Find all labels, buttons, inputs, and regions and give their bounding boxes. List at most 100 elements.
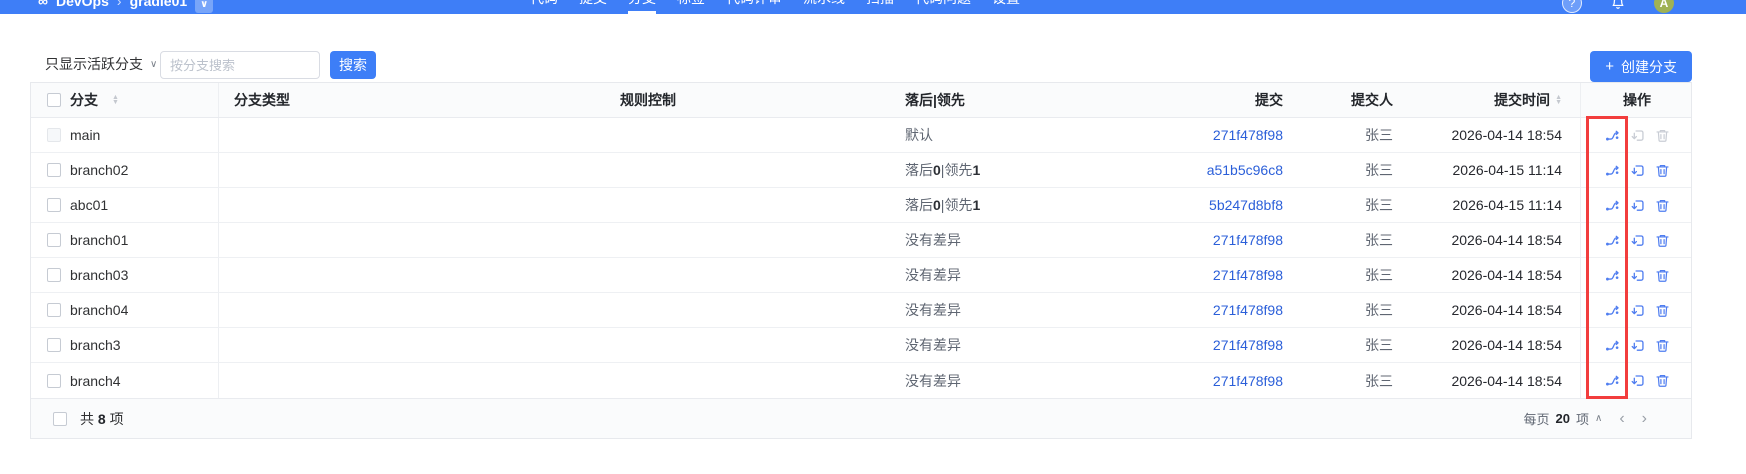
- commit-time: 2026-04-15 11:14: [1453, 162, 1563, 178]
- compare-icon: [1605, 198, 1620, 213]
- table-row: branch03没有差异271f478f98张三2026-04-14 18:54: [31, 258, 1691, 293]
- cell-branch-type: [219, 153, 620, 187]
- project-name[interactable]: gradle01: [130, 0, 188, 9]
- create-merge-request-icon: [1630, 233, 1645, 248]
- row-checkbox[interactable]: [47, 338, 61, 352]
- branch-search-input[interactable]: [160, 51, 320, 79]
- prev-page-button[interactable]: ‹: [1619, 411, 1624, 427]
- diff-text: 没有差异: [905, 230, 961, 250]
- create-merge-request-button[interactable]: [1630, 233, 1645, 248]
- nav-tab-pipeline[interactable]: 流水线: [803, 0, 845, 14]
- commit-link[interactable]: 271f478f98: [1213, 127, 1283, 143]
- compare-button[interactable]: [1605, 233, 1620, 248]
- compare-button[interactable]: [1605, 373, 1620, 388]
- plus-icon: +: [1605, 58, 1614, 75]
- commit-link[interactable]: 271f478f98: [1213, 302, 1283, 318]
- diff-text: 没有差异: [905, 265, 961, 285]
- nav-tab-tags[interactable]: 标签: [677, 0, 705, 14]
- row-checkbox[interactable]: [47, 163, 61, 177]
- commit-time-sort-icon[interactable]: ▲▼: [1555, 95, 1562, 105]
- nav-tab-branches[interactable]: 分支: [628, 0, 656, 14]
- cell-behind-ahead: 默认: [905, 118, 1183, 152]
- commit-link[interactable]: 5b247d8bf8: [1209, 197, 1283, 213]
- delete-button[interactable]: [1655, 338, 1670, 353]
- nav-tab-commits[interactable]: 提交: [579, 0, 607, 14]
- cell-actions: [1580, 118, 1693, 152]
- compare-button[interactable]: [1605, 163, 1620, 178]
- commit-link[interactable]: 271f478f98: [1213, 373, 1283, 389]
- project-chevron-down-icon[interactable]: ∨: [195, 0, 213, 13]
- create-merge-request-button[interactable]: [1630, 268, 1645, 283]
- compare-button[interactable]: [1605, 338, 1620, 353]
- create-merge-request-icon: [1630, 128, 1645, 143]
- nav-tab-scan[interactable]: 扫描: [866, 0, 894, 14]
- delete-button[interactable]: [1655, 233, 1670, 248]
- cell-rule-control: [620, 118, 905, 152]
- branch-filter-dropdown[interactable]: 只显示活跃分支 ∨: [45, 54, 157, 74]
- delete-button[interactable]: [1655, 373, 1670, 388]
- commit-link[interactable]: a51b5c96c8: [1207, 162, 1283, 178]
- delete-icon: [1655, 373, 1670, 388]
- user-avatar[interactable]: A: [1654, 0, 1674, 13]
- footer-select-checkbox[interactable]: [53, 412, 67, 426]
- cell-branch-type: [219, 188, 620, 222]
- cell-behind-ahead: 落后 0 | 领先 1: [905, 188, 1183, 222]
- delete-button[interactable]: [1655, 198, 1670, 213]
- nav-tab-code-issues[interactable]: 代码问题: [915, 0, 971, 14]
- commit-link[interactable]: 271f478f98: [1213, 337, 1283, 353]
- branch-sort-icon[interactable]: ▲▼: [112, 95, 119, 105]
- create-merge-request-button[interactable]: [1630, 373, 1645, 388]
- commit-time: 2026-04-15 11:14: [1453, 197, 1563, 213]
- delete-button[interactable]: [1655, 268, 1670, 283]
- create-merge-request-icon: [1630, 198, 1645, 213]
- cell-actions: [1580, 258, 1693, 292]
- branch-name: branch01: [70, 232, 128, 248]
- compare-button[interactable]: [1605, 128, 1620, 143]
- compare-button[interactable]: [1605, 303, 1620, 318]
- cell-branch-type: [219, 293, 620, 327]
- cell-branch-type: [219, 223, 620, 257]
- bell-icon[interactable]: [1608, 0, 1628, 13]
- create-merge-request-icon: [1630, 268, 1645, 283]
- commit-link[interactable]: 271f478f98: [1213, 267, 1283, 283]
- help-icon[interactable]: ?: [1562, 0, 1582, 13]
- column-branch: 分支: [70, 90, 98, 110]
- compare-icon: [1605, 338, 1620, 353]
- select-all-checkbox[interactable]: [47, 93, 61, 107]
- diff-text: 默认: [905, 125, 933, 145]
- create-merge-request-button[interactable]: [1630, 303, 1645, 318]
- create-merge-request-button[interactable]: [1630, 198, 1645, 213]
- create-branch-button[interactable]: + 创建分支: [1590, 51, 1692, 82]
- nav-tab-code-review[interactable]: 代码评审: [726, 0, 782, 14]
- search-button[interactable]: 搜索: [330, 51, 376, 79]
- delete-button[interactable]: [1655, 303, 1670, 318]
- compare-icon: [1605, 233, 1620, 248]
- navbar-right: ? A: [1562, 0, 1674, 13]
- nav-tab-settings[interactable]: 设置: [992, 0, 1020, 14]
- committer-name: 张三: [1365, 371, 1393, 391]
- cell-rule-control: [620, 223, 905, 257]
- next-page-button[interactable]: ›: [1642, 411, 1647, 427]
- row-checkbox[interactable]: [47, 303, 61, 317]
- compare-button[interactable]: [1605, 268, 1620, 283]
- page-size-selector[interactable]: 每页20项 ∧: [1524, 409, 1603, 428]
- column-rule-control: 规则控制: [620, 90, 676, 110]
- cell-rule-control: [620, 328, 905, 362]
- create-merge-request-icon: [1630, 373, 1645, 388]
- row-checkbox[interactable]: [47, 268, 61, 282]
- cell-behind-ahead: 没有差异: [905, 293, 1183, 327]
- table-body: main默认271f478f98张三2026-04-14 18:54branch…: [31, 118, 1691, 398]
- create-merge-request-button[interactable]: [1630, 163, 1645, 178]
- create-merge-request-button[interactable]: [1630, 338, 1645, 353]
- nav-tab-code[interactable]: 代码: [530, 0, 558, 14]
- compare-button[interactable]: [1605, 198, 1620, 213]
- branch-name: branch03: [70, 267, 128, 283]
- row-checkbox[interactable]: [47, 233, 61, 247]
- table-row: branch3没有差异271f478f98张三2026-04-14 18:54: [31, 328, 1691, 363]
- column-actions: 操作: [1623, 90, 1651, 110]
- row-checkbox[interactable]: [47, 198, 61, 212]
- row-checkbox[interactable]: [47, 374, 61, 388]
- delete-button[interactable]: [1655, 163, 1670, 178]
- chevron-up-icon: ∧: [1595, 413, 1602, 424]
- commit-link[interactable]: 271f478f98: [1213, 232, 1283, 248]
